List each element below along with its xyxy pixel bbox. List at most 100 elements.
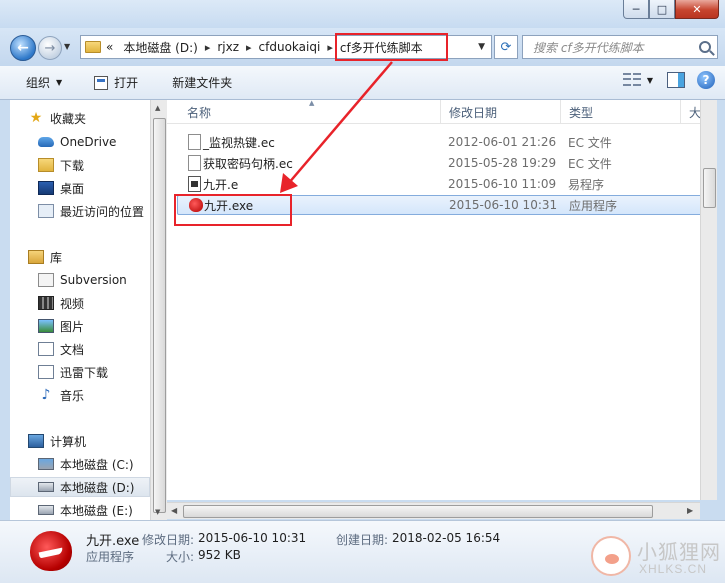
breadcrumb-rjxz[interactable]: rjxz: [212, 40, 244, 54]
search-input[interactable]: 搜索 cf多开代练脚本: [522, 35, 718, 59]
chevron-down-icon: ▼: [56, 78, 63, 87]
nav-item-favorites[interactable]: ★ 收藏夹: [28, 108, 86, 128]
title-bar: ─ □ ✕: [0, 0, 725, 28]
file-name: 获取密码句柄.ec: [203, 156, 293, 171]
column-label: 类型: [569, 105, 594, 120]
minimize-button[interactable]: ─: [623, 0, 649, 19]
nav-item-desktop[interactable]: 桌面: [38, 178, 84, 198]
organize-button[interactable]: 组织 ▼: [18, 71, 70, 95]
command-bar: 组织 ▼ 打开 新建文件夹 ▼ ?: [0, 66, 725, 100]
nav-item-label: 本地磁盘 (C:): [60, 457, 134, 472]
star-icon: ★: [29, 110, 43, 126]
nav-item-label: 最近访问的位置: [60, 204, 145, 219]
nav-item-downloads[interactable]: 下载: [38, 155, 84, 175]
scroll-right-icon[interactable]: ▶: [687, 506, 693, 515]
open-icon: [94, 75, 109, 90]
breadcrumb-separator[interactable]: ▸: [325, 41, 335, 54]
forward-button[interactable]: →: [38, 36, 62, 60]
scrollbar-thumb[interactable]: [183, 505, 653, 518]
nav-item-onedrive[interactable]: OneDrive: [38, 132, 116, 152]
nav-item-drive-c[interactable]: 本地磁盘 (C:): [38, 454, 134, 474]
search-placeholder: 搜索 cf多开代练脚本: [533, 40, 644, 55]
open-button[interactable]: 打开: [86, 71, 146, 95]
breadcrumb-drive-d[interactable]: 本地磁盘 (D:): [118, 39, 202, 56]
file-type: 应用程序: [569, 198, 618, 213]
column-header-type[interactable]: 类型: [561, 100, 681, 124]
file-date: 2015-05-28 19:29: [448, 156, 557, 170]
libraries-icon: [28, 250, 44, 264]
video-icon: [38, 296, 54, 310]
file-name: _监视热键.ec: [203, 135, 275, 150]
scrollbar-thumb[interactable]: [153, 118, 166, 513]
arrow-left-icon: ←: [17, 40, 29, 56]
help-icon[interactable]: ?: [697, 71, 715, 89]
file-row[interactable]: 获取密码句柄.ec 2015-05-28 19:29 EC 文件: [177, 153, 709, 173]
file-type: EC 文件: [568, 156, 612, 171]
breadcrumb-overflow[interactable]: «: [101, 40, 118, 54]
file-row[interactable]: 九开.e 2015-06-10 11:09 易程序: [177, 174, 709, 194]
nav-item-documents[interactable]: 文档: [38, 339, 84, 359]
file-type: 易程序: [568, 177, 605, 192]
details-modified-label: 修改日期:: [142, 533, 195, 547]
details-file-name: 九开.exe: [86, 534, 140, 549]
file-date: 2015-06-10 11:09: [448, 177, 557, 191]
nav-item-computer[interactable]: 计算机: [28, 431, 86, 451]
nav-item-label: 音乐: [60, 388, 85, 403]
back-button[interactable]: ←: [10, 35, 36, 61]
maximize-button[interactable]: □: [649, 0, 675, 19]
recent-pages-dropdown[interactable]: ▼: [64, 42, 70, 51]
nav-item-label: 本地磁盘 (E:): [60, 503, 133, 518]
file-row[interactable]: _监视热键.ec 2012-06-01 21:26 EC 文件: [177, 132, 709, 152]
file-date: 2015-06-10 10:31: [449, 198, 558, 212]
nav-item-pictures[interactable]: 图片: [38, 316, 84, 336]
nav-item-label: 计算机: [50, 434, 87, 449]
preview-pane-icon[interactable]: [667, 72, 685, 88]
folder-icon: [85, 41, 101, 53]
navigation-pane: ★ 收藏夹 OneDrive 下载 桌面 最近访问的位置 库 Subversion…: [10, 100, 150, 520]
nav-item-drive-e[interactable]: 本地磁盘 (E:): [38, 500, 133, 520]
window-controls: ─ □ ✕: [623, 0, 719, 19]
scrollbar-thumb[interactable]: [703, 168, 716, 208]
scroll-up-icon[interactable]: ▲: [155, 104, 160, 112]
scroll-left-icon[interactable]: ◀: [171, 506, 177, 515]
details-modified-value: 2015-06-10 10:31: [198, 531, 307, 545]
nav-item-label: 迅雷下载: [60, 365, 109, 380]
nav-item-xunlei-downloads[interactable]: 迅雷下载: [38, 362, 108, 382]
ec-file-icon: [188, 134, 201, 150]
column-headers: 名称 ▲ 修改日期 类型 大小: [167, 100, 717, 124]
computer-icon: [28, 434, 44, 448]
details-file-type: 应用程序: [86, 550, 135, 564]
file-name: 九开.e: [203, 177, 239, 192]
nav-item-label: 库: [50, 250, 63, 265]
recent-places-icon: [38, 204, 54, 218]
downloads-folder-icon: [38, 158, 54, 172]
nav-item-libraries[interactable]: 库: [28, 247, 62, 267]
nav-item-drive-d[interactable]: 本地磁盘 (D:): [10, 477, 150, 497]
pictures-icon: [38, 319, 54, 333]
view-options-icon[interactable]: [622, 73, 641, 87]
details-created-label: 创建日期:: [336, 533, 389, 547]
close-button[interactable]: ✕: [675, 0, 719, 19]
cloud-icon: [38, 137, 54, 147]
new-folder-button[interactable]: 新建文件夹: [164, 71, 240, 95]
nav-item-music[interactable]: ♪ 音乐: [38, 385, 84, 405]
file-date: 2012-06-01 21:26: [448, 135, 557, 149]
file-list-vertical-scrollbar[interactable]: [700, 100, 717, 500]
file-list-horizontal-scrollbar[interactable]: ◀ ▶: [167, 502, 700, 519]
details-created-value: 2018-02-05 16:54: [392, 531, 501, 545]
scroll-down-icon[interactable]: ▼: [155, 508, 160, 516]
nav-item-videos[interactable]: 视频: [38, 293, 84, 313]
nav-item-label: 下载: [60, 158, 85, 173]
breadcrumb-separator[interactable]: ▸: [244, 41, 254, 54]
arrow-right-icon: →: [44, 40, 56, 56]
nav-item-recent-places[interactable]: 最近访问的位置: [38, 201, 144, 221]
breadcrumb-cfduokaiqi[interactable]: cfduokaiqi: [254, 40, 326, 54]
refresh-button[interactable]: ⟳: [494, 35, 518, 59]
nav-item-subversion[interactable]: Subversion: [38, 270, 127, 290]
nav-item-label: OneDrive: [60, 135, 117, 149]
navigation-scrollbar[interactable]: ▲ ▼: [150, 100, 167, 520]
view-chevron-down-icon[interactable]: ▼: [647, 76, 653, 85]
breadcrumb-separator[interactable]: ▸: [203, 41, 213, 54]
address-dropdown[interactable]: ▼: [478, 42, 485, 52]
column-header-date[interactable]: 修改日期: [441, 100, 561, 124]
